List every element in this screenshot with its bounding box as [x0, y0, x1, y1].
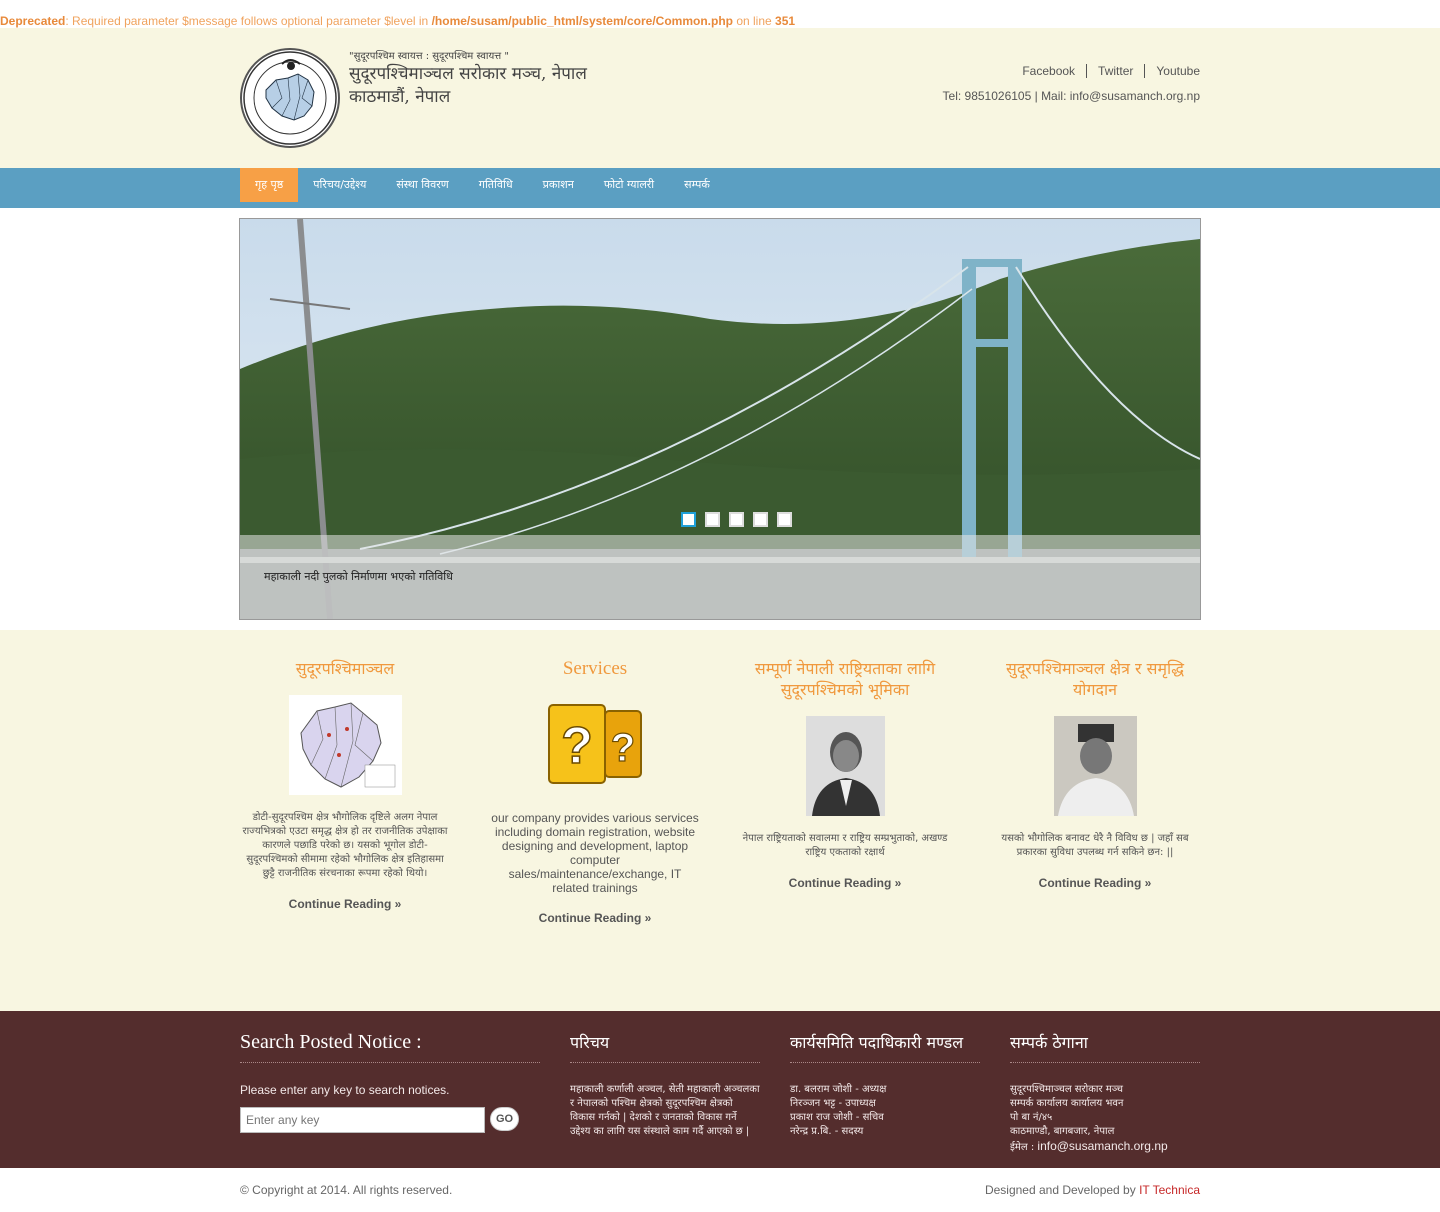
list-item: निरञ्जन भट्ट - उपाध्यक्ष	[790, 1098, 876, 1109]
slider-caption-bar: महाकाली नदी पुलको निर्माणमा भएको गतिविधि	[240, 535, 1200, 619]
slider-dot-1[interactable]	[681, 512, 696, 527]
list-item: सम्पर्क कार्यालय कार्यालय भवन	[1010, 1098, 1124, 1109]
continue-reading-link[interactable]: Continue Reading »	[289, 897, 402, 911]
slider-dots	[681, 512, 801, 527]
email-label: ईमेल :	[1010, 1142, 1038, 1153]
list-item: पो बा नं/४५	[1010, 1112, 1053, 1123]
youtube-link[interactable]: Youtube	[1144, 64, 1200, 78]
svg-text:?: ?	[611, 726, 635, 770]
deprecated-warning: Deprecated: Required parameter $message …	[0, 14, 1440, 28]
email-link[interactable]: info@susamanch.org.np	[1037, 1139, 1167, 1153]
continue-reading-link[interactable]: Continue Reading »	[1039, 876, 1152, 890]
about-text: महाकाली कर्णाली अञ्चल, सेती महाकाली अञ्च…	[570, 1084, 760, 1137]
feature-column-region: सुदूरपश्चिमाञ्चल डोटी-सुदूरपश्चिम क्षेत्…	[240, 658, 450, 911]
feature-title: सम्पूर्ण नेपाली राष्ट्रियताका लागि सुदूर…	[754, 659, 936, 699]
designer-link[interactable]: IT Technica	[1139, 1183, 1200, 1197]
deprecated-path: /home/susam/public_html/system/core/Comm…	[431, 14, 733, 28]
contact-email-row: ईमेल : info@susamanch.org.np	[1010, 1139, 1200, 1155]
deprecated-label: Deprecated	[0, 14, 66, 28]
deprecated-message: : Required parameter $message follows op…	[65, 14, 432, 28]
slider-dot-3[interactable]	[729, 512, 744, 527]
nav-about[interactable]: परिचय/उद्देश्य	[298, 168, 381, 202]
social-links: Facebook Twitter Youtube	[1011, 64, 1200, 78]
site-slogan: "सुदूरपश्चिम स्वायत्त : सुदूरपश्चिम स्वा…	[349, 51, 509, 62]
nepal-map-seal-icon	[243, 51, 337, 145]
about-title: परिचय	[570, 1031, 760, 1063]
nav-publications[interactable]: प्रकाशन	[528, 168, 589, 202]
facebook-link[interactable]: Facebook	[1011, 64, 1086, 78]
main-nav: गृह पृष्ठ परिचय/उद्देश्य संस्था विवरण गत…	[240, 168, 725, 202]
list-item: काठमाण्डौ, बागबजार, नेपाल	[1010, 1126, 1115, 1137]
person-photo	[1053, 716, 1137, 816]
organization-name: सुदूरपश्चिमाञ्चल सरोकार मञ्च, नेपाल काठम…	[349, 64, 587, 107]
deprecated-line: 351	[775, 14, 796, 28]
list-item: डा. बलराम जोशी - अध्यक्ष	[790, 1084, 887, 1095]
designer-credit: Designed and Developed by IT Technica	[985, 1183, 1200, 1197]
nav-home[interactable]: गृह पृष्ठ	[240, 168, 299, 202]
continue-reading-link[interactable]: Continue Reading »	[539, 911, 652, 925]
feature-title: सुदूरपश्चिमाञ्चल	[295, 659, 395, 678]
nav-organization[interactable]: संस्था विवरण	[381, 168, 463, 202]
list-item: सुदूरपश्चिमाञ्चल सरोकार मञ्च	[1010, 1084, 1123, 1095]
members-list: डा. बलराम जोशी - अध्यक्ष निरञ्जन भट्ट - …	[790, 1083, 980, 1139]
header-contact: Tel: 9851026105 | Mail: info@susamanch.o…	[942, 89, 1200, 103]
nav-gallery[interactable]: फोटो ग्यालरी	[589, 168, 669, 202]
slider-dot-2[interactable]	[705, 512, 720, 527]
designed-by-text: Designed and Developed by	[984, 1183, 1140, 1197]
nav-activities[interactable]: गतिविधि	[464, 168, 528, 202]
footer-about: परिचय महाकाली कर्णाली अञ्चल, सेती महाकाल…	[570, 1031, 760, 1139]
contact-title: सम्पर्क ठेगाना	[1010, 1031, 1200, 1063]
feature-column-prosperity: सुदूरपश्चिमाञ्चल क्षेत्र र समृद्धि योगदा…	[990, 658, 1200, 890]
search-row: GO	[240, 1107, 540, 1133]
footer-members: कार्यसमिति पदाधिकारी मण्डल डा. बलराम जोश…	[790, 1031, 980, 1139]
deprecated-online: on line	[732, 14, 776, 28]
list-item: प्रकाश राज जोशी - सचिव	[790, 1112, 884, 1123]
slider-caption: महाकाली नदी पुलको निर्माणमा भएको गतिविधि	[264, 570, 453, 583]
feature-text: यसको भौगोलिक बनावट धेरै नै विविध छ | जहा…	[1001, 833, 1189, 858]
image-slider[interactable]: महाकाली नदी पुलको निर्माणमा भएको गतिविधि	[239, 218, 1201, 620]
search-hint: Please enter any key to search notices.	[240, 1083, 450, 1097]
feature-column-nationalism: सम्पूर्ण नेपाली राष्ट्रियताका लागि सुदूर…	[740, 658, 950, 890]
slider-dot-4[interactable]	[753, 512, 768, 527]
site-logo[interactable]	[240, 48, 340, 148]
members-title: कार्यसमिति पदाधिकारी मण्डल	[790, 1031, 980, 1063]
site-footer: Search Posted Notice : Please enter any …	[0, 1011, 1440, 1168]
go-button[interactable]: GO	[490, 1107, 519, 1131]
person-photo	[805, 716, 885, 816]
site-header: "सुदूरपश्चिम स्वायत्त : सुदूरपश्चिम स्वा…	[0, 28, 1440, 168]
feature-text: नेपाल राष्ट्रियताको सवालमा र राष्ट्रिय स…	[742, 833, 948, 858]
footer-contact: सम्पर्क ठेगाना सुदूरपश्चिमाञ्चल सरोकार म…	[1010, 1031, 1200, 1155]
continue-reading-link[interactable]: Continue Reading »	[789, 876, 902, 890]
contact-list: सुदूरपश्चिमाञ्चल सरोकार मञ्च सम्पर्क कार…	[1010, 1083, 1200, 1155]
main-navbar: गृह पृष्ठ परिचय/उद्देश्य संस्था विवरण गत…	[0, 168, 1440, 208]
search-input[interactable]	[240, 1107, 485, 1133]
search-title: Search Posted Notice :	[240, 1031, 540, 1063]
footer-search: Search Posted Notice : Please enter any …	[240, 1031, 540, 1133]
svg-text:?: ?	[561, 717, 593, 775]
twitter-link[interactable]: Twitter	[1086, 64, 1144, 78]
slider-dot-5[interactable]	[777, 512, 792, 527]
region-map-image	[288, 695, 402, 795]
feature-section: सुदूरपश्चिमाञ्चल डोटी-सुदूरपश्चिम क्षेत्…	[0, 630, 1440, 1011]
nav-contact[interactable]: सम्पर्क	[669, 168, 725, 202]
feature-title: सुदूरपश्चिमाञ्चल क्षेत्र र समृद्धि योगदा…	[1006, 659, 1184, 699]
question-blocks-icon: ? ?	[545, 695, 645, 795]
feature-text: डोटी-सुदूरपश्चिम क्षेत्र भौगोलिक दृष्टिल…	[242, 812, 448, 879]
feature-title: Services	[562, 658, 628, 679]
feature-column-services: Services ? ? our company provides variou…	[490, 658, 700, 925]
feature-text: our company provides various services in…	[491, 811, 699, 895]
list-item: नरेन्द्र प्र.बि. - सदस्य	[790, 1126, 864, 1137]
copyright-text: © Copyright at 2014. All rights reserved…	[240, 1183, 453, 1197]
